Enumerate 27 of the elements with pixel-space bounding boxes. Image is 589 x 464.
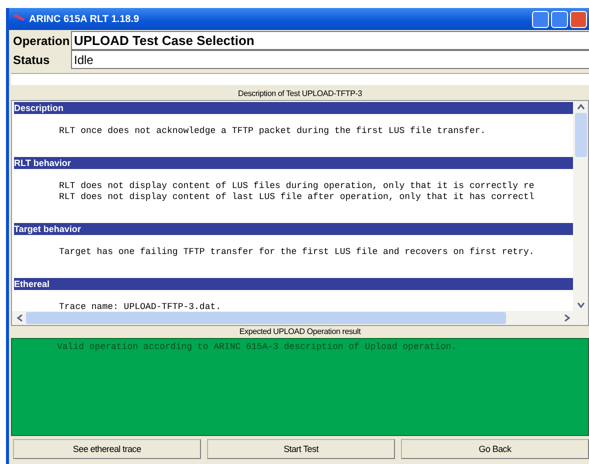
description-text: RLT once does not acknowledge a TFTP packet during the first LUS file transfer.	[59, 126, 487, 137]
window-title: ARINC 615A RLT 1.18.9	[29, 14, 140, 24]
panel-title: Expected UPLOAD Operation result	[238, 326, 362, 338]
description-text: RLT does not display content of last LUS file after operation, only that it has correctl	[59, 192, 536, 203]
scroll-thumb[interactable]	[26, 312, 506, 324]
section-heading: Description	[14, 102, 573, 114]
result-text: Valid operation according to ARINC 615A-3 description of Upload operation.	[57, 342, 458, 352]
action-button[interactable]: Start Test	[207, 439, 395, 459]
horizontal-scrollbar[interactable]	[12, 311, 588, 325]
field-label: Status	[12, 52, 51, 68]
action-button[interactable]: See ethereal trace	[13, 439, 201, 459]
field-value: UPLOAD Test Case Selection	[71, 31, 589, 50]
description-text: Trace name: UPLOAD-TFTP-3.dat.	[59, 302, 222, 311]
minimize-button[interactable]	[532, 10, 549, 28]
scroll-thumb[interactable]	[574, 113, 586, 157]
field-label: Operation	[12, 32, 71, 50]
vertical-scrollbar[interactable]	[573, 101, 588, 311]
field-value: Idle	[71, 50, 589, 69]
close-button[interactable]	[570, 10, 587, 28]
section-heading: Ethereal	[14, 278, 573, 290]
panel-title: Description of Test UPLOAD-TFTP-3	[237, 88, 363, 100]
section-heading: Target behavior	[14, 223, 573, 235]
maximize-button[interactable]	[551, 10, 568, 28]
description-text: RLT does not display content of LUS files during operation, only that it is correctly re	[59, 181, 536, 192]
section-heading: RLT behavior	[14, 157, 573, 169]
action-button[interactable]: Go Back	[401, 439, 589, 459]
description-text: Target has one failing TFTP transfer for the first LUS file and recovers on first retry.	[59, 247, 536, 258]
